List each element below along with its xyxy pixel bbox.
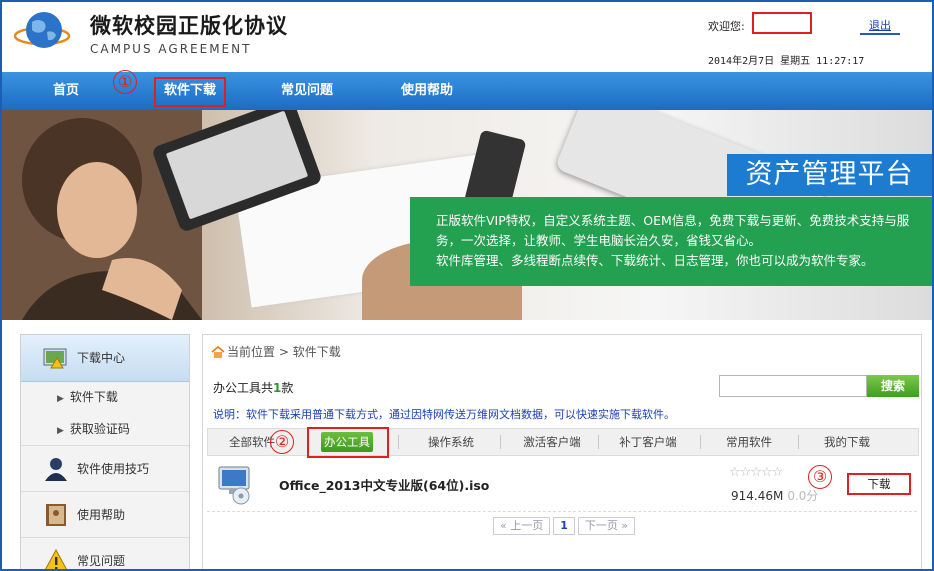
home-icon — [211, 346, 225, 358]
sidebar-item-tips[interactable]: 软件使用技巧 — [21, 445, 189, 492]
sidebar-item-faq[interactable]: 常见问题 — [21, 537, 189, 569]
pagination: « 上一页 1 下一页 » — [493, 517, 638, 535]
annotation-step-1: ① — [113, 70, 137, 94]
prev-page-button[interactable]: « 上一页 — [493, 517, 551, 535]
sidebar-item-get-code[interactable]: ▶ 获取验证码 — [21, 414, 189, 444]
sidebar: 下载中心 ▶ 软件下载 ▶ 获取验证码 软件使用技巧 使用帮助 常见问题 — [20, 334, 190, 569]
sidebar-item-label: 软件下载 — [69, 390, 118, 404]
rating-stars: ☆☆☆☆☆ — [729, 465, 784, 480]
triangle-right-icon: ▶ — [57, 394, 64, 404]
sidebar-item-label: 使用帮助 — [77, 508, 126, 522]
sidebar-item-label: 软件使用技巧 — [77, 462, 150, 476]
breadcrumb-current[interactable]: 软件下载 — [293, 345, 341, 359]
tab-common-software[interactable]: 常用软件 — [714, 429, 784, 455]
banner-line: 务，一次选择，让教师、学生电脑长治久安，省钱又省心。 — [436, 233, 762, 248]
triangle-right-icon: ▶ — [57, 426, 64, 436]
tab-highlight-box — [307, 427, 389, 458]
tab-activation-client[interactable]: 激活客户端 — [512, 429, 592, 455]
page-header: 微软校园正版化协议 CAMPUS AGREEMENT 欢迎您: 退出 2014年… — [2, 2, 932, 72]
file-size: 914.46M 0.0分 — [731, 487, 818, 504]
datetime-display: 2014年2月7日 星期五 11:27:17 — [708, 56, 865, 67]
sidebar-item-help[interactable]: 使用帮助 — [21, 491, 189, 538]
count-prefix: 办公工具共 — [213, 381, 274, 395]
star-empty-icon: ☆ — [771, 465, 784, 480]
tab-separator — [500, 435, 501, 449]
banner-line: 软件库管理、多线程断点续传、下载统计、日志管理，你也可以成为软件专家。 — [436, 253, 874, 268]
welcome-label: 欢迎您: — [708, 20, 745, 33]
breadcrumb: 当前位置 > 软件下载 — [211, 343, 341, 360]
download-note: 说明：软件下载采用普通下载方式，通过因特网传送万维网文档数据，可以快速实施下载软… — [213, 408, 675, 421]
sidebar-download-center-label: 下载中心 — [77, 351, 126, 365]
tab-my-downloads[interactable]: 我的下载 — [812, 429, 882, 455]
username-field[interactable] — [752, 12, 812, 34]
nav-help[interactable]: 使用帮助 — [388, 72, 466, 110]
warning-icon — [45, 549, 67, 569]
star-empty-icon: ☆ — [750, 465, 762, 480]
logout-link[interactable]: 退出 — [860, 17, 900, 35]
banner-description: 正版软件VIP特权，自定义系统主题、OEM信息，免费下载与更新、免费技术支持与服… — [410, 197, 932, 286]
annotation-step-2: ② — [270, 430, 294, 454]
file-score: 0.0分 — [787, 489, 819, 503]
breadcrumb-prefix: 当前位置 — [227, 345, 276, 359]
download-center-icon — [43, 348, 67, 369]
tab-separator — [398, 435, 399, 449]
sidebar-item-label: 常见问题 — [77, 554, 126, 568]
tab-separator — [598, 435, 599, 449]
count-suffix: 款 — [281, 381, 294, 395]
nav-home[interactable]: 首页 — [38, 72, 94, 110]
list-item: Office_2013中文专业版(64位).iso ☆☆☆☆☆ 914.46M 0… — [207, 459, 917, 512]
sidebar-download-center[interactable]: 下载中心 — [21, 335, 189, 382]
result-count: 办公工具共1款 — [213, 379, 293, 396]
sidebar-item-label: 获取验证码 — [69, 422, 130, 436]
main-nav: 首页 软件下载 常见问题 使用帮助 — [2, 72, 932, 110]
banner-title: 资产管理平台 — [727, 154, 932, 196]
page-number[interactable]: 1 — [553, 517, 575, 535]
file-name[interactable]: Office_2013中文专业版(64位).iso — [279, 475, 489, 494]
search-button[interactable]: 搜索 — [867, 375, 919, 397]
sidebar-item-software-download[interactable]: ▶ 软件下载 — [21, 382, 189, 412]
book-icon — [46, 504, 66, 526]
nav-faq[interactable]: 常见问题 — [268, 72, 346, 110]
tab-patch-client[interactable]: 补丁客户端 — [608, 429, 688, 455]
star-empty-icon: ☆ — [760, 465, 773, 480]
app-window: 微软校园正版化协议 CAMPUS AGREEMENT 欢迎您: 退出 2014年… — [0, 0, 934, 571]
file-size-value: 914.46M — [731, 489, 784, 503]
star-empty-icon: ☆ — [739, 465, 752, 480]
main-content: 当前位置 > 软件下载 办公工具共1款 搜索 说明：软件下载采用普通下载方式，通… — [202, 334, 922, 569]
site-subtitle: CAMPUS AGREEMENT — [90, 42, 252, 56]
tab-separator — [700, 435, 701, 449]
next-page-button[interactable]: 下一页 » — [577, 517, 636, 535]
banner-line: 正版软件VIP特权，自定义系统主题、OEM信息，免费下载与更新、免费技术支持与服 — [436, 213, 910, 228]
tab-separator — [798, 435, 799, 449]
nav-highlight-box — [154, 77, 226, 107]
search-input[interactable] — [719, 375, 867, 397]
annotation-step-3: ③ — [808, 465, 832, 489]
globe-logo-icon — [14, 12, 71, 48]
download-button[interactable]: 下载 — [847, 473, 911, 495]
star-empty-icon: ☆ — [729, 465, 741, 480]
disc-computer-icon — [218, 466, 250, 505]
tab-operating-system[interactable]: 操作系统 — [416, 429, 486, 455]
user-icon — [45, 458, 67, 481]
site-title: 微软校园正版化协议 — [90, 14, 288, 38]
breadcrumb-separator: > — [278, 345, 289, 359]
